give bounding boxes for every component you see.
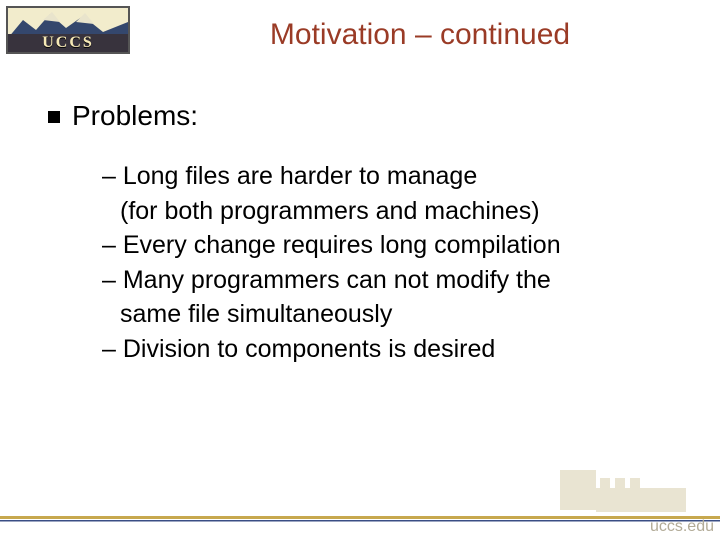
list-item: – Every change requires long compilation bbox=[102, 229, 678, 262]
heading-text: Problems: bbox=[72, 100, 198, 132]
list-item: – Many programmers can not modify the bbox=[102, 264, 678, 297]
footer-url: uccs.edu bbox=[650, 518, 714, 536]
uccs-logo: UCCS bbox=[6, 6, 130, 54]
logo-mountain-icon bbox=[8, 8, 128, 34]
list-item-continuation: (for both programmers and machines) bbox=[102, 195, 678, 228]
slide-title: Motivation – continued bbox=[140, 18, 700, 52]
heading-bullet: Problems: bbox=[48, 100, 678, 132]
list-item: – Long files are harder to manage bbox=[102, 160, 678, 193]
sub-list: – Long files are harder to manage (for b… bbox=[102, 160, 678, 365]
logo-text: UCCS bbox=[8, 34, 128, 52]
square-bullet-icon bbox=[48, 111, 60, 123]
footer: uccs.edu bbox=[0, 470, 720, 540]
slide-body: Problems: – Long files are harder to man… bbox=[48, 100, 678, 367]
slide: UCCS Motivation – continued Problems: – … bbox=[0, 0, 720, 540]
list-item: – Division to components is desired bbox=[102, 333, 678, 366]
list-item-continuation: same file simultaneously bbox=[102, 298, 678, 331]
